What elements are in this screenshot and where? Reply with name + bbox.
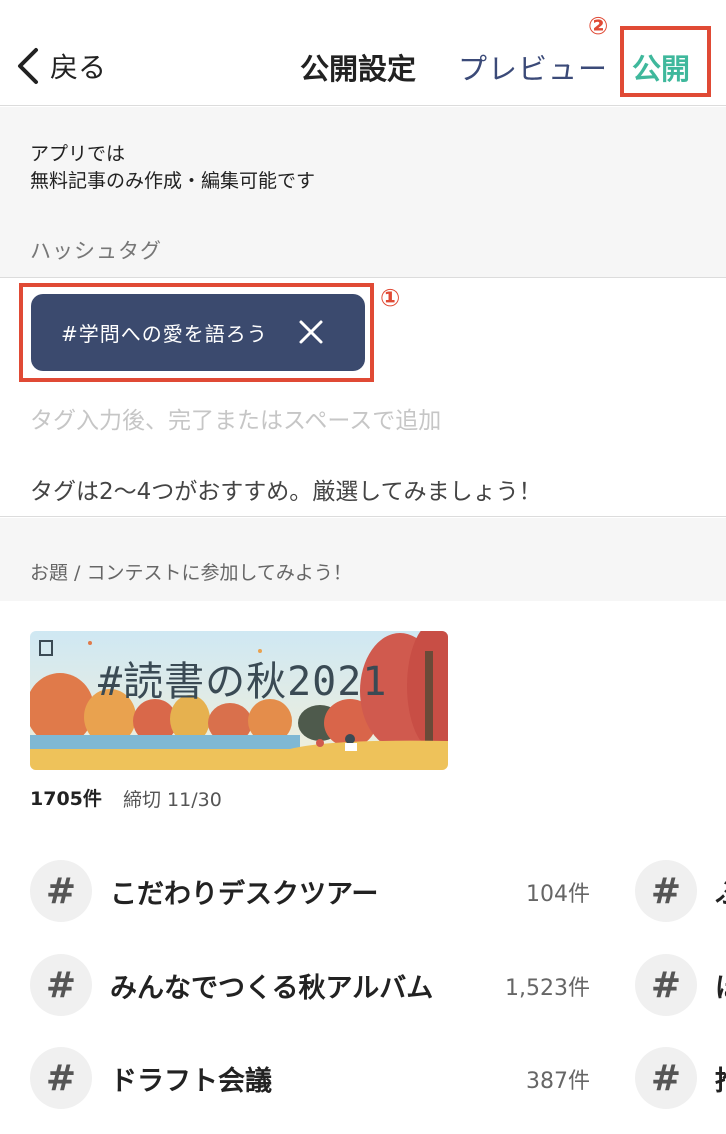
contest-deadline: 締切 11/30 — [123, 789, 222, 811]
hashtag-count: 1,523件 — [505, 976, 590, 1001]
header: 戻る 公開設定 プレビュー 公開 — [0, 0, 726, 106]
hashtag-name: みんなでつくる秋アルバム — [110, 973, 434, 1004]
hash-icon: # — [30, 860, 92, 922]
hash-icon: # — [30, 954, 92, 1016]
hashtag-list-item[interactable]: # こだわりデスクツアー 104件 — [30, 860, 590, 922]
contest-section-label: お題 / コンテストに参加してみよう！ — [30, 562, 352, 584]
close-icon[interactable] — [297, 318, 325, 346]
tag-hint: タグは2〜4つがおすすめ。厳選してみましょう！ — [30, 479, 542, 505]
page-title: 公開設定 — [300, 52, 417, 86]
back-button[interactable]: 戻る — [14, 44, 106, 88]
hashtag-chip-label: #学問への愛を語ろう — [61, 322, 268, 346]
hash-icon: # — [635, 860, 697, 922]
hash-icon: # — [635, 1047, 697, 1109]
hashtag-list-item[interactable]: # ふ — [635, 860, 726, 922]
annotation-2: ② — [588, 12, 609, 40]
hashtag-section-label: ハッシュタグ — [30, 239, 162, 263]
hash-icon: # — [30, 1047, 92, 1109]
contest-count: 1705件 — [30, 788, 102, 810]
hashtag-name: ドラフト会議 — [110, 1066, 272, 1097]
publish-highlight-box — [620, 26, 711, 97]
hashtag-count: 387件 — [526, 1069, 590, 1094]
hashtag-name: ふ — [715, 872, 726, 911]
notice-line-2: 無料記事のみ作成・編集可能です — [30, 170, 316, 192]
hashtag-list-item[interactable]: # ドラフト会議 387件 — [30, 1047, 590, 1109]
back-label: 戻る — [50, 51, 107, 84]
notice-line-1: アプリでは — [30, 143, 126, 165]
hashtag-list-item[interactable]: # 推 — [635, 1047, 726, 1109]
chevron-left-icon — [18, 48, 38, 84]
hashtag-count: 104件 — [526, 882, 590, 907]
tag-input[interactable] — [30, 401, 690, 441]
banner-title: #読書の秋2021 — [98, 659, 388, 705]
hashtag-list-item[interactable]: # みんなでつくる秋アルバム 1,523件 — [30, 954, 590, 1016]
app-notice: アプリでは 無料記事のみ作成・編集可能です — [30, 141, 315, 195]
tag-area: #学問への愛を語ろう タグは2〜4つがおすすめ。厳選してみましょう！ — [0, 279, 726, 517]
annotation-1: ① — [380, 284, 401, 312]
hashtag-name: 推 — [715, 1059, 726, 1098]
info-section: アプリでは 無料記事のみ作成・編集可能です ハッシュタグ — [0, 107, 726, 278]
hashtag-name: ほ — [715, 966, 726, 1005]
hashtag-name: こだわりデスクツアー — [110, 879, 379, 910]
hash-icon: # — [635, 954, 697, 1016]
contest-banner[interactable]: #読書の秋2021 — [30, 631, 448, 770]
hashtag-list-item[interactable]: # ほ — [635, 954, 726, 1016]
contest-header: お題 / コンテストに参加してみよう！ — [0, 518, 726, 601]
hashtag-chip[interactable]: #学問への愛を語ろう — [31, 294, 365, 371]
preview-button[interactable]: プレビュー — [458, 46, 608, 88]
